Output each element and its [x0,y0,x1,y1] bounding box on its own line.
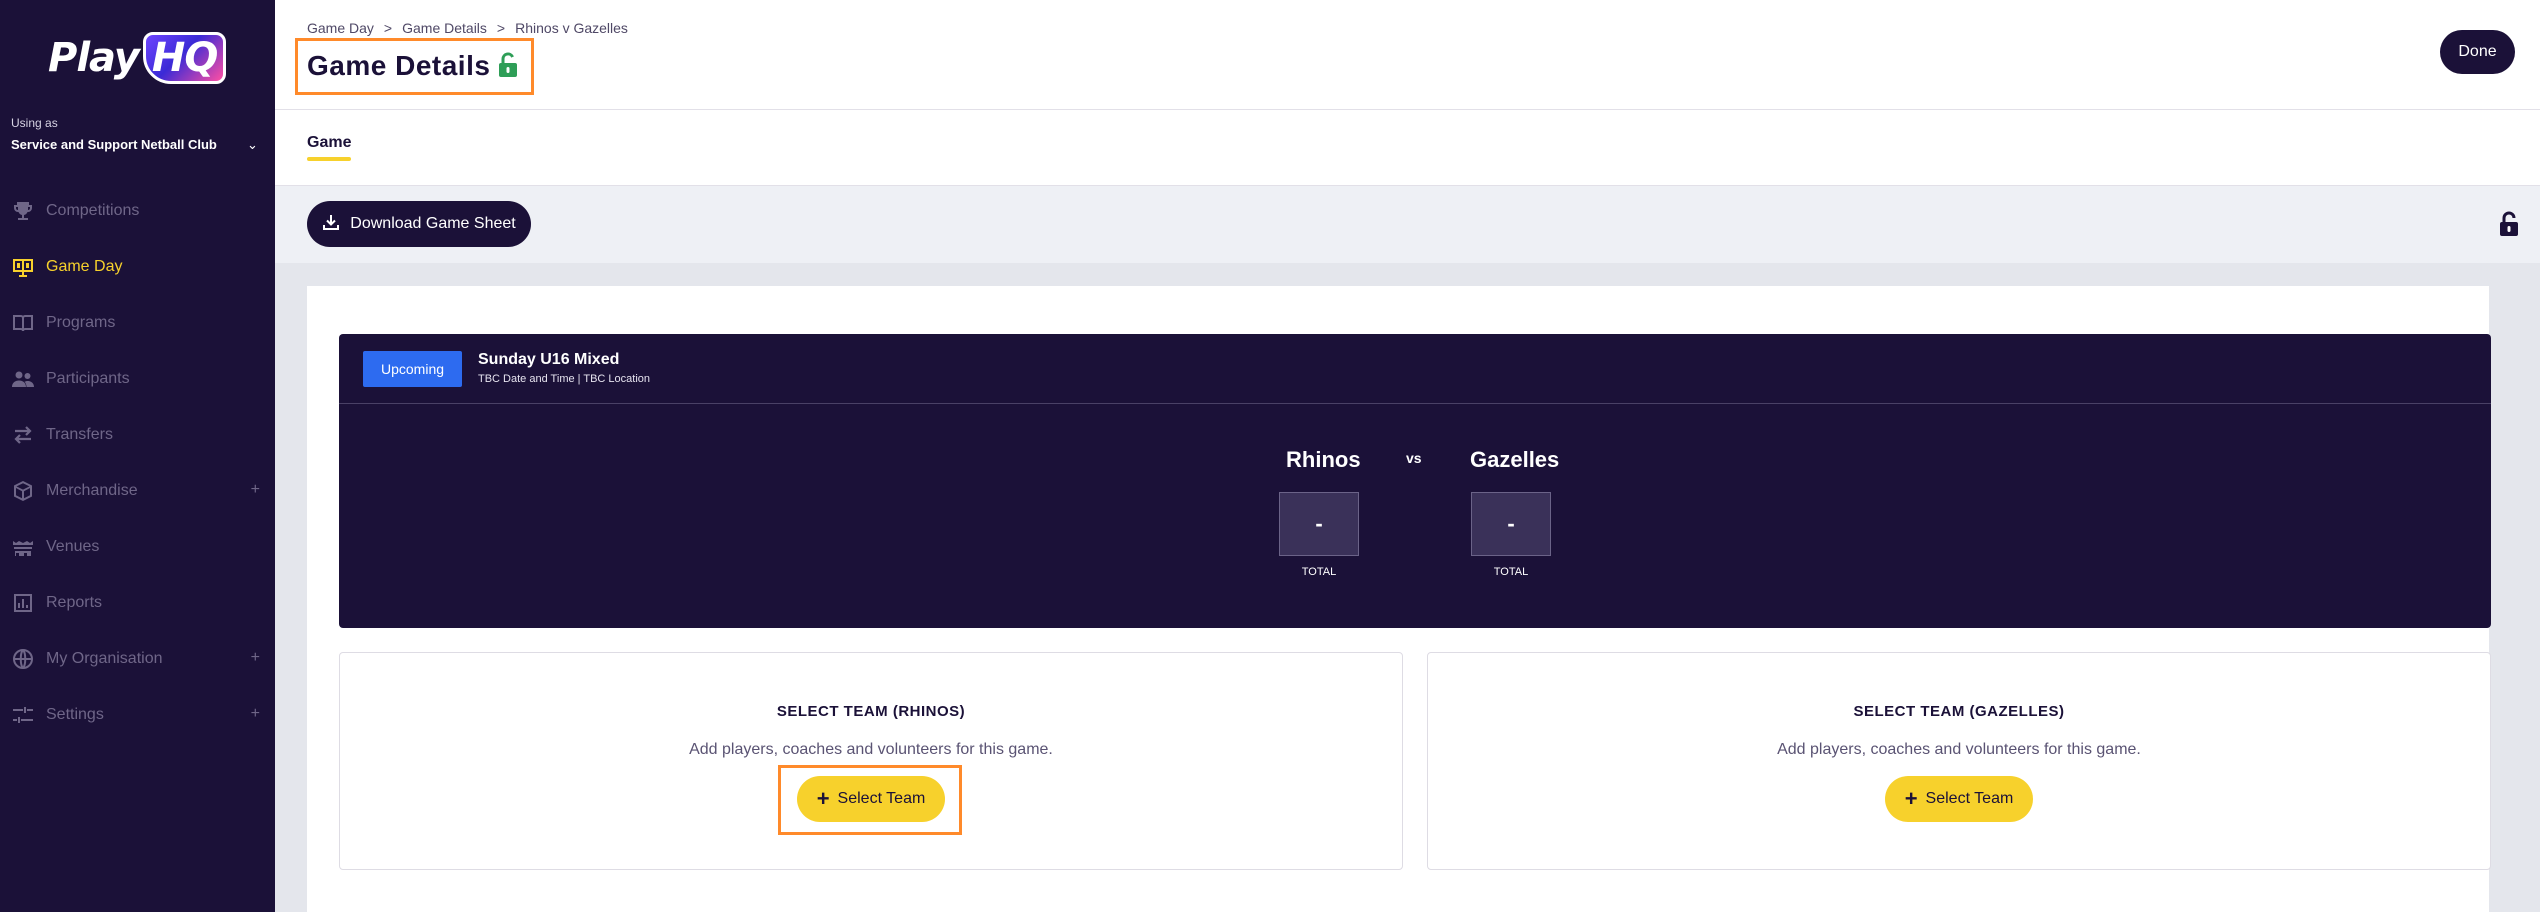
scoreboard-icon [11,255,35,279]
playhq-logo[interactable]: Play HQ [48,20,227,88]
chevron-down-icon[interactable]: ⌄ [247,137,258,153]
sidebar-item-label: Participants [46,370,130,387]
download-game-sheet-button[interactable]: Download Game Sheet [307,201,531,247]
breadcrumb-game-details[interactable]: Game Details [402,20,487,36]
breadcrumb-current: Rhinos v Gazelles [515,20,628,36]
sidebar-item-label: Transfers [46,426,113,443]
away-score: - [1471,492,1551,556]
org-switcher[interactable]: Service and Support Netball Club [11,137,217,152]
sidebar-item-label: My Organisation [46,650,163,667]
book-icon [11,311,35,335]
panel-subtitle: Add players, coaches and volunteers for … [1777,741,2141,758]
sidebar-item-venues[interactable]: Venues [0,519,275,575]
sidebar-item-my-organisation[interactable]: My Organisation + [0,631,275,687]
select-team-highlight [778,765,962,835]
toolbar [275,185,2540,263]
globe-icon [11,647,35,671]
expand-icon[interactable]: + [251,649,260,667]
report-icon [11,591,35,615]
game-summary-card [339,334,2491,628]
unlocked-lock-icon [497,51,519,79]
done-button[interactable]: Done [2440,30,2515,74]
panel-subtitle: Add players, coaches and volunteers for … [689,741,1053,758]
select-team-panel-home: SELECT TEAM (RHINOS) Add players, coache… [339,652,1403,870]
download-icon [322,213,340,236]
breadcrumb-separator: > [383,20,393,36]
sidebar-item-label: Programs [46,314,116,331]
sidebar-item-label: Game Day [46,258,123,275]
versus-label: vs [1406,450,1422,466]
breadcrumb-separator: > [496,20,506,36]
sidebar-nav: Competitions Game Day Programs Participa… [0,183,275,743]
sidebar-item-reports[interactable]: Reports [0,575,275,631]
breadcrumb-game-day[interactable]: Game Day [307,20,374,36]
stadium-icon [11,535,35,559]
sidebar-item-competitions[interactable]: Competitions [0,183,275,239]
trophy-icon [11,199,35,223]
logo-hq: HQ [142,32,227,84]
header-divider [275,109,2540,110]
sidebar-item-transfers[interactable]: Transfers [0,407,275,463]
game-divider [339,403,2491,404]
plus-icon: + [1904,786,1918,811]
page-title: Game Details [307,50,491,81]
transfer-arrows-icon [11,423,35,447]
people-icon [11,367,35,391]
sidebar: Play HQ Using as Service and Support Netb… [0,0,275,912]
sidebar-item-label: Settings [46,706,104,723]
sidebar-item-programs[interactable]: Programs [0,295,275,351]
select-team-label: Select Team [1925,790,2014,807]
expand-icon[interactable]: + [251,705,260,723]
breadcrumb: Game Day > Game Details > Rhinos v Gazel… [307,20,628,36]
home-team-name: Rhinos [1286,447,1361,472]
game-meta: TBC Date and Time | TBC Location [478,373,651,385]
tab-game[interactable]: Game [307,134,351,152]
select-team-panel-away: SELECT TEAM (GAZELLES) Add players, coac… [1427,652,2491,870]
box-icon [11,479,35,503]
panel-title: SELECT TEAM (RHINOS) [776,703,966,720]
sidebar-item-label: Reports [46,594,103,611]
status-badge: Upcoming [363,351,462,387]
lock-icon[interactable] [2498,210,2520,238]
sidebar-item-label: Venues [46,538,100,555]
active-tab-indicator [307,157,351,161]
away-team-name: Gazelles [1470,447,1560,472]
away-total-label: TOTAL [1493,566,1529,578]
sidebar-item-label: Competitions [46,202,140,219]
download-label: Download Game Sheet [350,215,516,232]
panel-title: SELECT TEAM (GAZELLES) [1853,703,2065,720]
select-team-button-away[interactable]: + Select Team [1885,776,2033,822]
home-score: - [1279,492,1359,556]
home-total-label: TOTAL [1301,566,1337,578]
sidebar-item-label: Merchandise [46,482,138,499]
sidebar-item-participants[interactable]: Participants [0,351,275,407]
game-name: Sunday U16 Mixed [478,351,620,368]
sidebar-item-game-day[interactable]: Game Day [0,239,275,295]
logo-play: Play [48,35,140,81]
sidebar-item-merchandise[interactable]: Merchandise + [0,463,275,519]
using-as-label: Using as [11,116,58,130]
sliders-icon [11,703,35,727]
expand-icon[interactable]: + [251,481,260,499]
sidebar-item-settings[interactable]: Settings + [0,687,275,743]
